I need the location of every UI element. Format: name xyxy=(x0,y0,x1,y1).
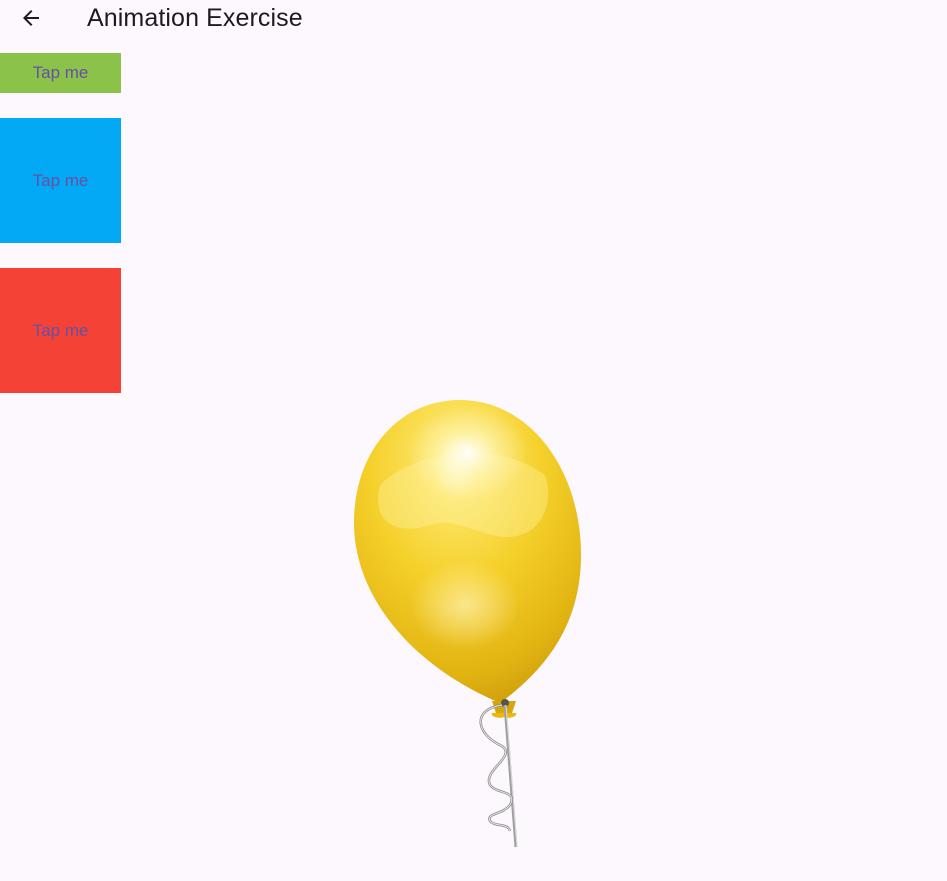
page-title: Animation Exercise xyxy=(87,4,303,32)
tap-box-label: Tap me xyxy=(32,320,89,340)
app-bar: Animation Exercise xyxy=(0,0,947,36)
back-button[interactable] xyxy=(14,2,48,34)
arrow-left-icon xyxy=(23,10,39,26)
tap-box-green[interactable]: Tap me xyxy=(0,53,121,93)
balloon-icon xyxy=(354,400,581,848)
tap-box-blue[interactable]: Tap me xyxy=(0,118,121,243)
tap-box-label: Tap me xyxy=(32,170,89,190)
tap-box-label: Tap me xyxy=(32,63,89,82)
tap-box-red[interactable]: Tap me xyxy=(0,268,121,393)
